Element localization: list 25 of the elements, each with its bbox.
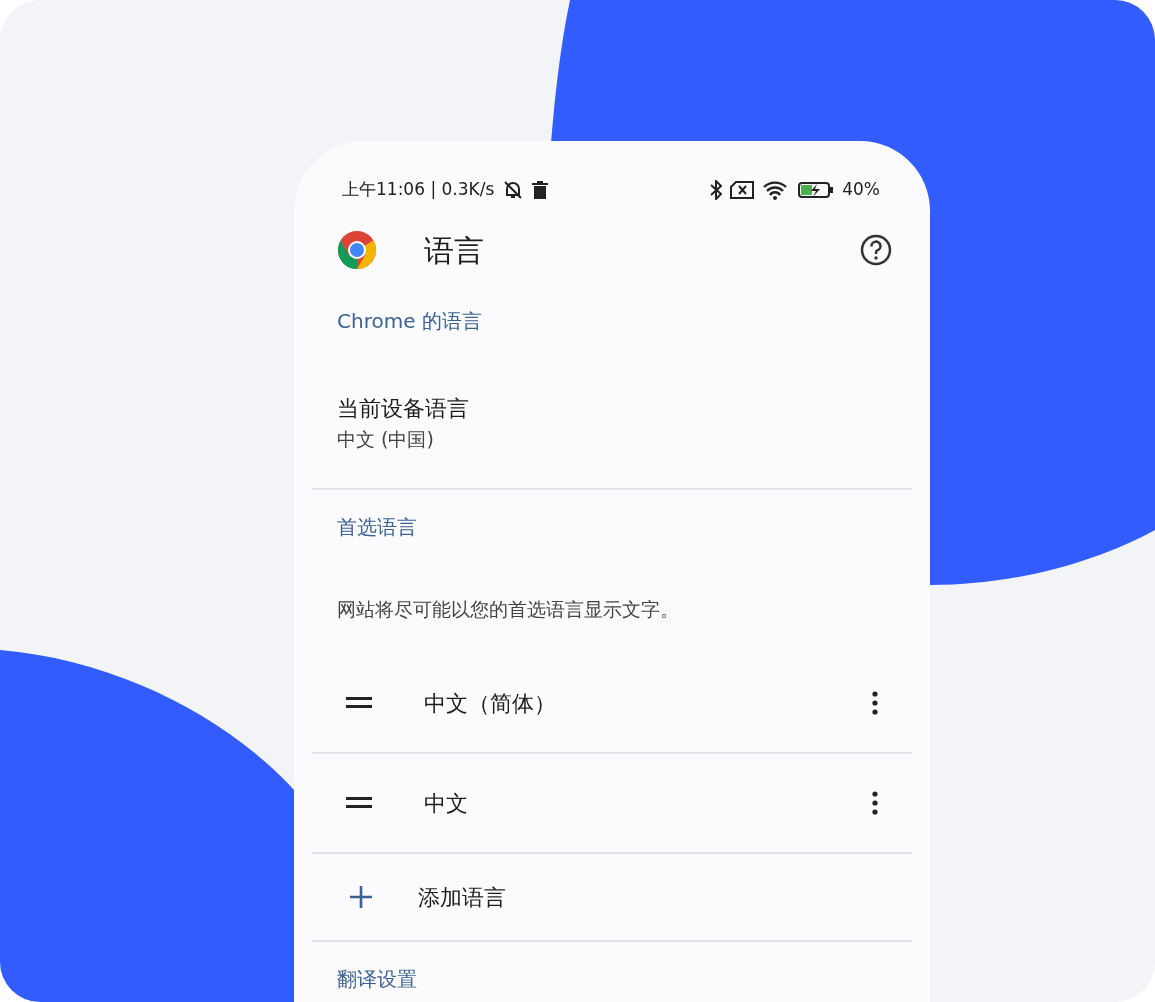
plus-icon	[349, 885, 373, 909]
help-icon[interactable]	[860, 234, 892, 266]
language-name: 中文（简体）	[424, 689, 557, 718]
more-options-icon[interactable]	[872, 691, 878, 715]
section-header: 首选语言	[337, 514, 417, 541]
description-text: 网站将尽可能以您的首选语言显示文字。	[337, 596, 679, 622]
language-item[interactable]: 中文	[294, 754, 930, 852]
status-time: 上午11:06 | 0.3K/s	[342, 177, 495, 201]
drag-handle-icon[interactable]	[346, 697, 372, 709]
chrome-logo-icon	[337, 230, 377, 270]
drag-handle-icon[interactable]	[346, 797, 372, 809]
setting-value: 中文 (中国)	[337, 427, 435, 452]
sim-off-icon	[730, 180, 755, 199]
language-name: 中文	[424, 789, 469, 818]
page-title: 语言	[424, 231, 485, 270]
battery-charging-icon	[798, 180, 835, 199]
add-language-item[interactable]: 添加语言	[294, 854, 930, 940]
language-item[interactable]: 中文（简体）	[294, 654, 930, 752]
trash-icon	[532, 180, 549, 199]
section-header: Chrome 的语言	[337, 308, 482, 335]
setting-title: 当前设备语言	[337, 395, 470, 423]
more-options-icon[interactable]	[872, 791, 878, 815]
bluetooth-icon	[710, 179, 723, 200]
section-header: 翻译设置	[337, 966, 417, 993]
battery-level: 40%	[842, 177, 880, 201]
